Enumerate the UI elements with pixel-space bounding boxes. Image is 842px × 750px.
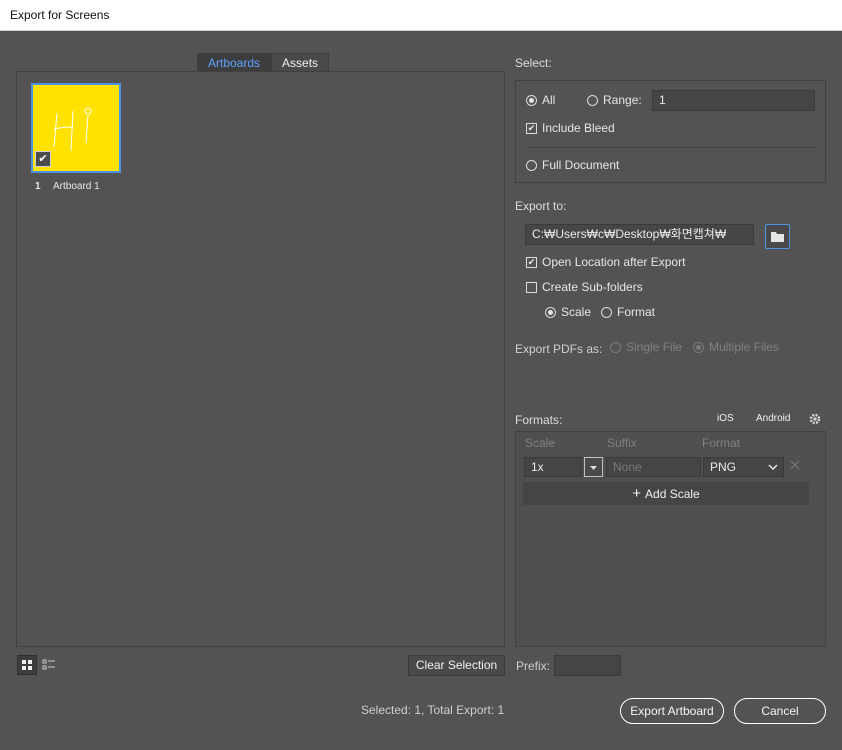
android-preset-button[interactable]: Android [756, 413, 790, 424]
create-subfolders-row[interactable]: Create Sub-folders [526, 280, 643, 294]
tab-artboards[interactable]: Artboards [197, 53, 272, 72]
window-title: Export for Screens [10, 8, 110, 22]
format-select-value: PNG [710, 460, 737, 474]
scale-radio-row[interactable]: Scale [545, 305, 591, 319]
folder-icon [771, 232, 784, 242]
create-subfolders-label: Create Sub-folders [542, 280, 643, 294]
select-header: Select: [515, 56, 552, 70]
scale-input[interactable]: 1x [524, 457, 582, 477]
add-scale-button[interactable]: + Add Scale [523, 482, 809, 505]
artboard-thumbnail[interactable]: ✔ [31, 83, 121, 173]
subfolder-scale-radio[interactable] [545, 306, 556, 318]
clear-selection-button[interactable]: Clear Selection [408, 655, 505, 676]
all-radio-row[interactable]: All [526, 93, 555, 107]
single-file-label: Single File [626, 340, 683, 354]
chevron-down-icon [768, 464, 778, 471]
scale-dropdown-button[interactable] [584, 457, 603, 477]
subfolder-format-radio[interactable] [601, 306, 612, 318]
export-pdfs-label: Export PDFs as: [515, 342, 603, 356]
export-status-text: Selected: 1, Total Export: 1 [361, 703, 505, 717]
format-radio-row[interactable]: Format [601, 305, 655, 319]
settings-gear-icon[interactable] [808, 412, 822, 426]
multiple-files-radio[interactable] [693, 341, 704, 353]
col-scale-header: Scale [525, 436, 556, 450]
full-document-row[interactable]: Full Document [526, 158, 619, 172]
range-radio[interactable] [587, 94, 598, 106]
full-document-label: Full Document [542, 158, 620, 172]
include-bleed-checkbox[interactable]: ✔ [526, 122, 537, 134]
range-input[interactable]: 1 [652, 90, 815, 111]
folder-browse-button[interactable] [765, 224, 790, 249]
open-location-row[interactable]: ✔ Open Location after Export [526, 255, 685, 269]
formats-header: Formats: [515, 413, 563, 427]
export-artboard-button[interactable]: Export Artboard [620, 698, 724, 724]
view-tabs: Artboards Assets [197, 53, 330, 72]
chevron-down-icon [590, 466, 597, 470]
ios-preset-button[interactable]: iOS [717, 413, 734, 424]
list-view-icon[interactable] [39, 655, 59, 675]
multiple-files-row[interactable]: Multiple Files [693, 340, 779, 354]
multiple-files-label: Multiple Files [709, 340, 780, 354]
single-file-row[interactable]: Single File [610, 340, 682, 354]
col-suffix-header: Suffix [607, 436, 637, 450]
cancel-button[interactable]: Cancel [734, 698, 826, 724]
remove-scale-icon[interactable] [789, 459, 801, 471]
all-radio[interactable] [526, 94, 537, 106]
artboard-checkbox[interactable]: ✔ [35, 151, 51, 167]
open-location-label: Open Location after Export [542, 255, 686, 269]
col-format-header: Format [702, 436, 741, 450]
plus-icon: + [632, 485, 642, 502]
open-location-checkbox[interactable]: ✔ [526, 256, 537, 268]
range-radio-row[interactable]: Range: [587, 93, 642, 107]
range-label: Range: [603, 93, 642, 107]
prefix-label: Prefix: [516, 659, 551, 673]
add-scale-label: Add Scale [645, 487, 700, 501]
window-titlebar: Export for Screens [0, 0, 842, 31]
single-file-radio[interactable] [610, 341, 621, 353]
create-subfolders-checkbox[interactable] [526, 281, 537, 293]
include-bleed-label: Include Bleed [542, 121, 615, 135]
format-select[interactable]: PNG [703, 457, 784, 477]
suffix-input[interactable]: None [606, 457, 701, 477]
artboard-number: 1 [35, 181, 41, 192]
export-to-header: Export to: [515, 199, 567, 213]
tab-assets[interactable]: Assets [271, 53, 330, 72]
all-label: All [542, 93, 556, 107]
full-document-radio[interactable] [526, 159, 537, 171]
export-path-input[interactable]: C:₩Users₩c₩Desktop₩화면캡쳐₩ [525, 224, 754, 245]
artboard-name[interactable]: Artboard 1 [53, 181, 100, 192]
include-bleed-row[interactable]: ✔ Include Bleed [526, 121, 615, 135]
export-pdfs-row: Export PDFs as: [515, 342, 602, 356]
prefix-input[interactable] [554, 655, 621, 676]
subfolder-format-label: Format [617, 305, 656, 319]
subfolder-scale-label: Scale [561, 305, 592, 319]
select-divider [526, 147, 816, 148]
grid-view-icon[interactable] [17, 655, 37, 675]
